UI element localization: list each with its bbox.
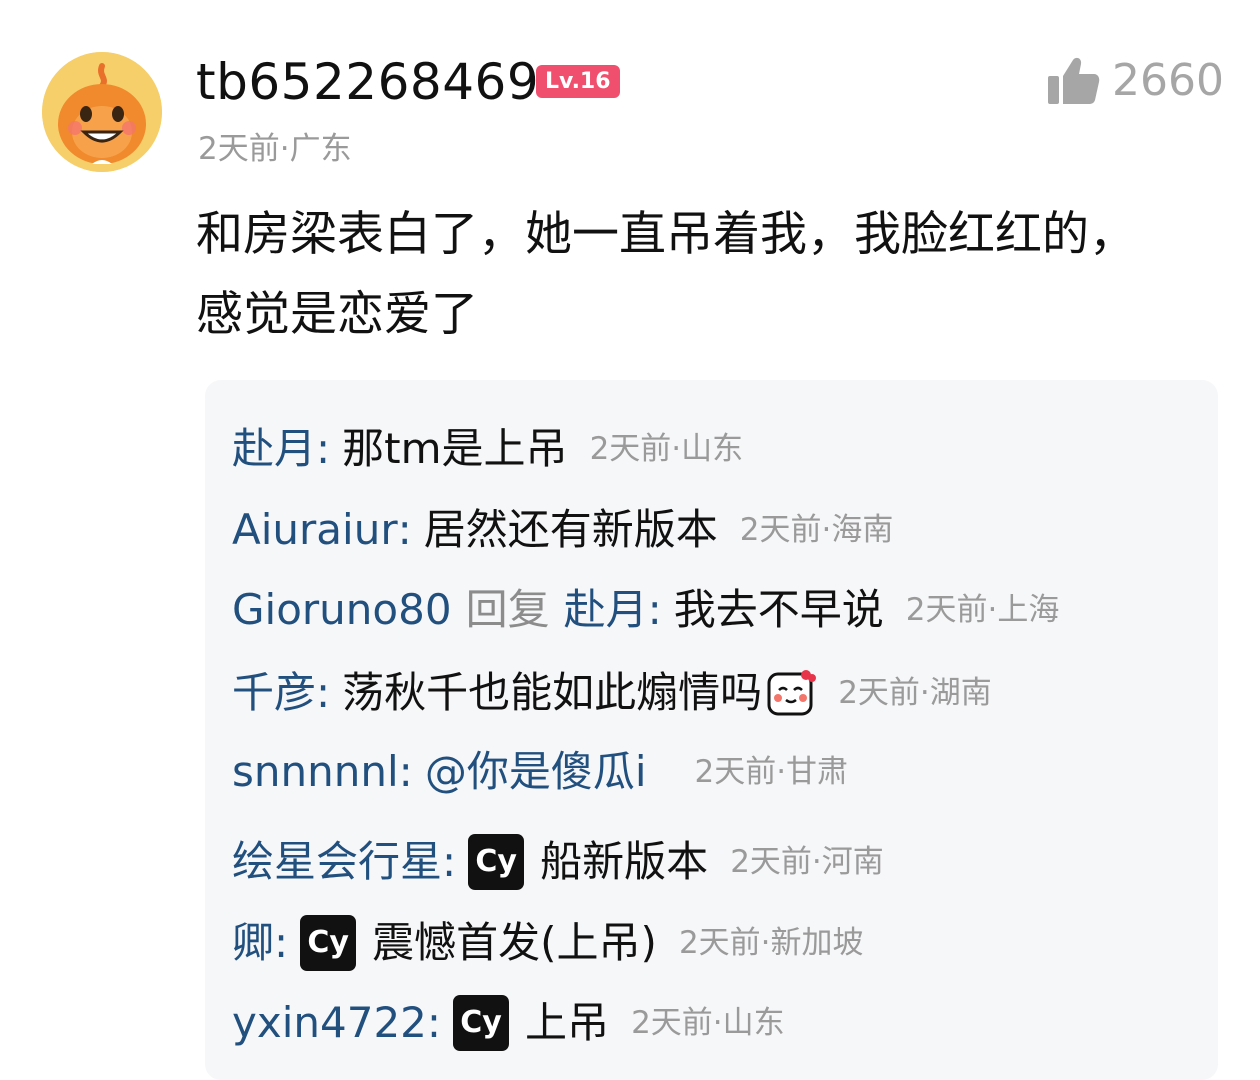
reply-author[interactable]: yxin4722 (232, 995, 427, 1051)
reply-content: 荡秋千也能如此煽情吗 (342, 668, 763, 717)
cy-badge-icon: Cy (453, 995, 510, 1051)
reply-item[interactable]: yxin4722 : Cy 上吊 2天前·山东 (232, 995, 785, 1051)
avatar[interactable] (42, 52, 162, 172)
reply-meta: 2天前·新加坡 (678, 925, 864, 961)
replies-section (205, 380, 1218, 1080)
reply-meta: 2天前·河南 (730, 844, 884, 880)
reply-content: 上吊 (525, 998, 610, 1047)
reply-target[interactable]: 赴月 (564, 582, 648, 638)
reply-content: 船新版本 (540, 837, 709, 886)
reply-meta: 2天前·山东 (589, 431, 744, 467)
reply-content: 那tm是上吊 (342, 424, 568, 473)
reply-author[interactable]: 卿 (232, 915, 274, 971)
reply-meta: 2天前·海南 (739, 512, 894, 548)
reply-separator: : (398, 747, 413, 796)
reply-separator: : (442, 837, 457, 886)
reply-item[interactable]: 绘星会行星 : Cy 船新版本 2天前·河南 (232, 834, 884, 890)
reply-separator: : (647, 585, 662, 634)
reply-separator: : (397, 505, 412, 554)
reply-separator: : (316, 424, 331, 473)
post-meta: 2天前·广东 (198, 131, 352, 167)
reply-author[interactable]: Gioruno80 (232, 582, 452, 638)
reply-separator: : (274, 918, 289, 967)
blushing-face-icon (767, 670, 817, 716)
avatar-mascot-icon (42, 52, 162, 172)
reply-meta: 2天前·山东 (631, 1005, 785, 1041)
thumbs-up-icon[interactable] (1046, 56, 1100, 106)
like-count: 2660 (1112, 55, 1224, 106)
cy-badge-icon: Cy (300, 915, 357, 971)
reply-item[interactable]: 赴月 : 那tm是上吊 2天前·山东 (232, 421, 743, 477)
reply-item[interactable]: Gioruno80 回复 赴月 : 我去不早说 2天前·上海 (232, 582, 1059, 638)
reply-author[interactable]: 赴月 (232, 421, 316, 477)
cy-badge-icon: Cy (468, 834, 525, 890)
reply-item[interactable]: Aiuraiur : 居然还有新版本 2天前·海南 (232, 502, 893, 558)
post-text: 和房梁表白了，她一直吊着我，我脸红红的，感觉是恋爱了 (196, 207, 1136, 342)
reply-separator: : (426, 998, 442, 1047)
level-badge: Lv.16 (536, 65, 620, 98)
reply-content: 我去不早说 (673, 585, 884, 634)
reply-meta: 2天前·甘肃 (694, 754, 849, 790)
reply-item[interactable]: 千彦 : 荡秋千也能如此煽情吗 2天前·湖南 (232, 665, 992, 721)
reply-content: 震憾首发(上吊) (372, 918, 657, 967)
reply-item[interactable]: 卿 : Cy 震憾首发(上吊) 2天前·新加坡 (232, 915, 864, 971)
post-username[interactable]: tb652268469 (196, 52, 539, 112)
reply-author[interactable]: 千彦 (232, 665, 316, 721)
reply-item[interactable]: snnnnnl : @你是傻瓜i 2天前·甘肃 (232, 744, 848, 800)
reply-label: 回复 (465, 585, 550, 634)
reply-author[interactable]: 绘星会行星 (232, 834, 442, 890)
reply-mention[interactable]: @你是傻瓜i (425, 744, 647, 800)
reply-author[interactable]: snnnnnl (232, 744, 399, 800)
reply-content: 居然还有新版本 (423, 505, 718, 554)
reply-meta: 2天前·上海 (905, 592, 1060, 628)
reply-author[interactable]: Aiuraiur (232, 502, 398, 558)
reply-separator: : (316, 668, 331, 717)
reply-meta: 2天前·湖南 (838, 675, 992, 711)
